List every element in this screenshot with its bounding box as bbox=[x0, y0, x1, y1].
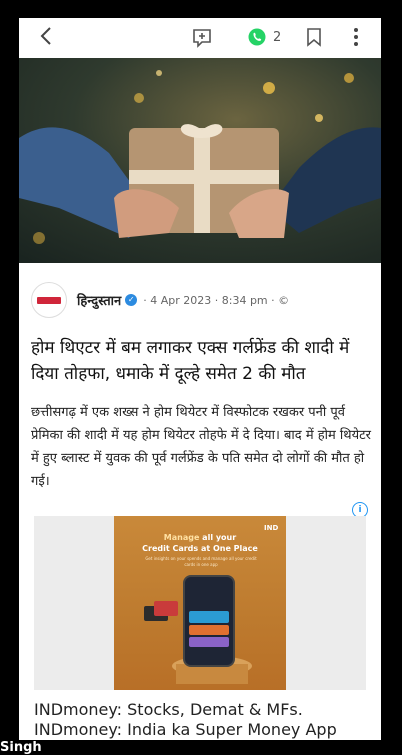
publisher-logo-mark bbox=[37, 296, 61, 304]
verified-icon: ✓ bbox=[125, 294, 138, 306]
bookmark-icon bbox=[307, 28, 321, 47]
more-vertical-icon bbox=[354, 28, 358, 46]
comment-button[interactable] bbox=[191, 27, 213, 53]
app-screen: 2 हिन्दुस्तान ✓ · 4 Apr 2023 · 8:34 pm ·… bbox=[19, 18, 381, 740]
publisher-name[interactable]: हिन्दुस्तान bbox=[77, 291, 121, 309]
bookmark-button[interactable] bbox=[306, 27, 322, 51]
back-button[interactable] bbox=[39, 26, 53, 53]
whatsapp-share-button[interactable]: 2 bbox=[247, 27, 281, 47]
comment-plus-icon bbox=[193, 29, 211, 48]
publisher-logo[interactable] bbox=[31, 282, 67, 318]
hero-image bbox=[19, 58, 381, 263]
share-count: 2 bbox=[273, 29, 282, 45]
ad-creative[interactable]: IND Manage all your Credit Cards at One … bbox=[114, 516, 286, 690]
whatsapp-icon bbox=[248, 28, 266, 46]
source-row: हिन्दुस्तान ✓ · 4 Apr 2023 · 8:34 pm · © bbox=[31, 282, 289, 318]
chevron-left-icon bbox=[40, 27, 51, 45]
ad-phone-illustration bbox=[144, 575, 252, 684]
ad-title[interactable]: INDmoney: Stocks, Demat & MFs. bbox=[34, 700, 303, 719]
article-summary: छत्तीसगढ़ में एक शख्स ने होम थियेटर में … bbox=[31, 405, 371, 489]
more-options-button[interactable] bbox=[352, 26, 360, 52]
top-toolbar: 2 bbox=[19, 18, 381, 60]
ad-subtitle[interactable]: INDmoney: India ka Super Money App bbox=[34, 720, 337, 739]
article-meta: · 4 Apr 2023 · 8:34 pm · © bbox=[143, 293, 290, 307]
overlay-name-label: Singh bbox=[0, 740, 42, 755]
article-headline: होम थिएटर में बम लगाकर एक्स गर्लफ्रेंड क… bbox=[31, 338, 350, 384]
